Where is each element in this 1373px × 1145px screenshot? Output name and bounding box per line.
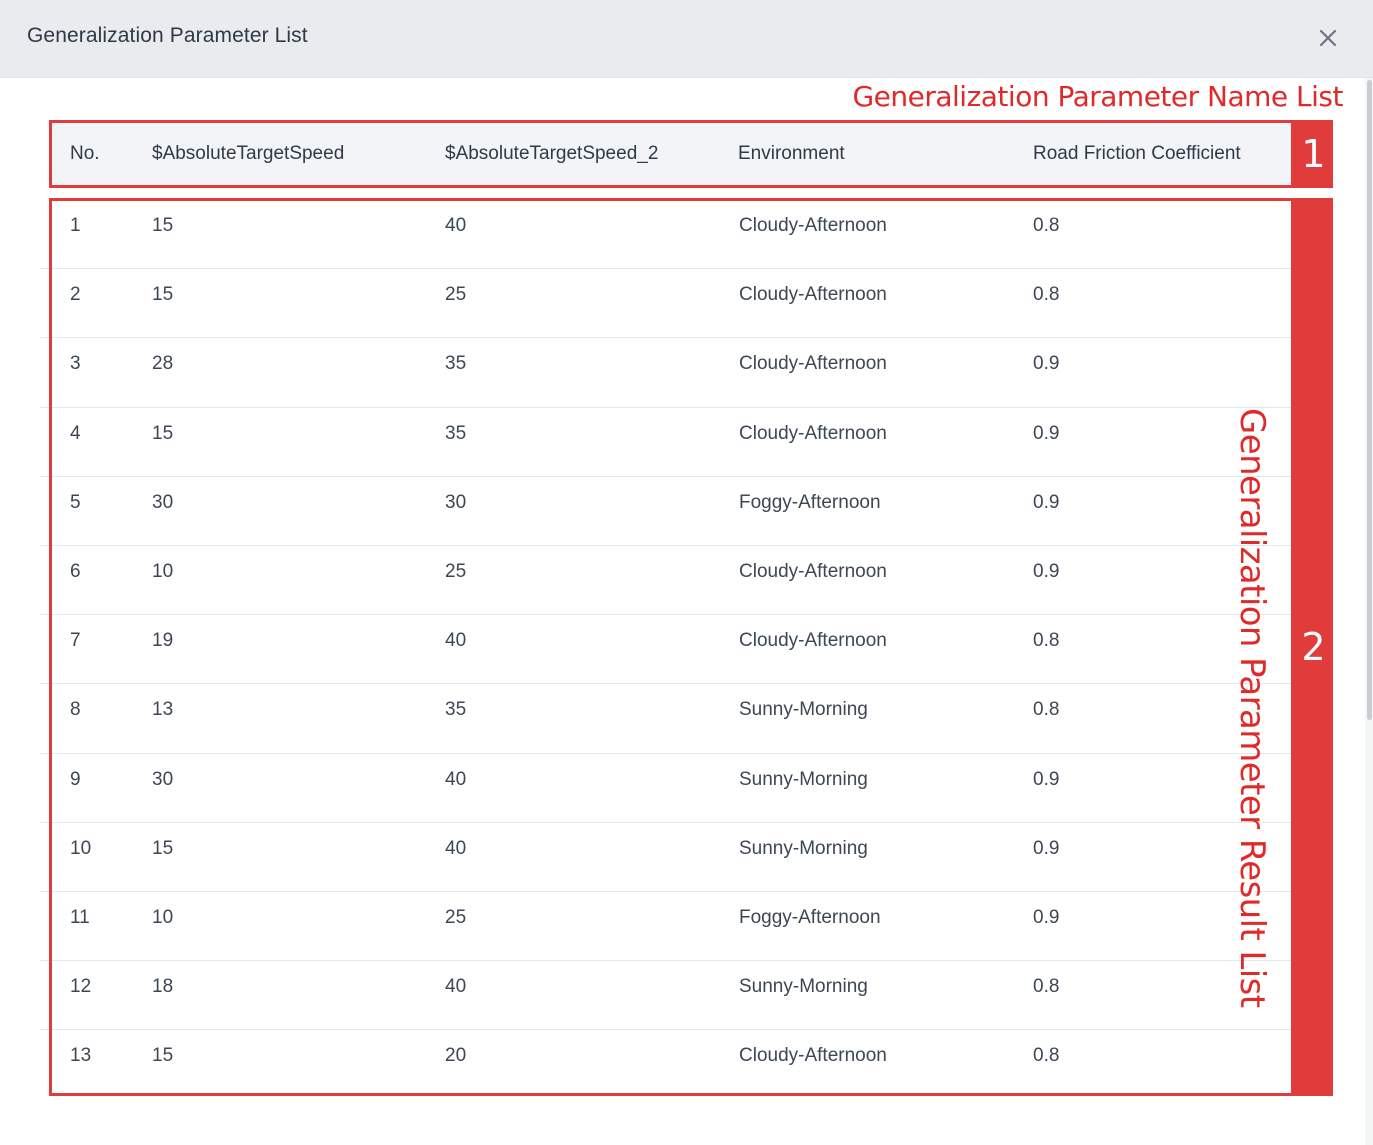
cell-absolute-target-speed-2: 35 bbox=[445, 422, 467, 444]
annotation-result-list-label: Generalization Parameter Result List bbox=[1232, 408, 1272, 1008]
table-row[interactable]: 8 13 35 Sunny-Morning 0.8 bbox=[40, 684, 1293, 754]
cell-absolute-target-speed: 15 bbox=[152, 837, 174, 859]
cell-road-friction-coefficient: 0.9 bbox=[1033, 422, 1060, 444]
cell-road-friction-coefficient: 0.8 bbox=[1033, 1045, 1060, 1067]
cell-environment: Cloudy-Afternoon bbox=[739, 560, 887, 582]
table-row[interactable]: 11 10 25 Foggy-Afternoon 0.9 bbox=[40, 892, 1293, 962]
cell-road-friction-coefficient: 0.9 bbox=[1033, 560, 1060, 582]
cell-environment: Foggy-Afternoon bbox=[739, 491, 881, 513]
cell-no: 13 bbox=[70, 1045, 92, 1067]
table-row[interactable]: 4 15 35 Cloudy-Afternoon 0.9 bbox=[40, 408, 1293, 477]
close-button[interactable] bbox=[1313, 23, 1343, 53]
cell-environment: Foggy-Afternoon bbox=[739, 906, 881, 928]
cell-road-friction-coefficient: 0.8 bbox=[1033, 284, 1060, 306]
cell-absolute-target-speed-2: 20 bbox=[445, 1045, 467, 1067]
column-header-no[interactable]: No. bbox=[70, 122, 100, 186]
cell-road-friction-coefficient: 0.9 bbox=[1033, 768, 1060, 790]
generalization-dialog: Generalization Parameter List Generaliza… bbox=[0, 0, 1373, 1145]
cell-no: 1 bbox=[70, 215, 81, 236]
cell-absolute-target-speed-2: 25 bbox=[445, 560, 467, 582]
cell-environment: Cloudy-Afternoon bbox=[739, 1045, 887, 1067]
cell-road-friction-coefficient: 0.9 bbox=[1033, 906, 1060, 928]
cell-environment: Sunny-Morning bbox=[739, 768, 868, 790]
annotation-name-list-label: Generalization Parameter Name List bbox=[852, 80, 1343, 113]
cell-environment: Cloudy-Afternoon bbox=[739, 422, 887, 444]
cell-absolute-target-speed-2: 25 bbox=[445, 284, 467, 306]
cell-no: 3 bbox=[70, 353, 81, 375]
cell-no: 7 bbox=[70, 630, 81, 652]
cell-no: 6 bbox=[70, 560, 81, 582]
cell-road-friction-coefficient: 0.9 bbox=[1033, 491, 1060, 513]
cell-no: 2 bbox=[70, 284, 81, 306]
annotation-number-1: 1 bbox=[1301, 132, 1326, 176]
cell-no: 4 bbox=[70, 422, 81, 444]
cell-environment: Cloudy-Afternoon bbox=[739, 215, 887, 236]
table-row[interactable]: 1 15 40 Cloudy-Afternoon 0.8 bbox=[40, 200, 1293, 270]
table-row[interactable]: 12 18 40 Sunny-Morning 0.8 bbox=[40, 961, 1293, 1031]
table-row[interactable]: 9 30 40 Sunny-Morning 0.9 bbox=[40, 754, 1293, 823]
cell-absolute-target-speed: 15 bbox=[152, 284, 174, 306]
cell-road-friction-coefficient: 0.9 bbox=[1033, 837, 1060, 859]
table-row[interactable]: 7 19 40 Cloudy-Afternoon 0.8 bbox=[40, 615, 1293, 685]
table-row[interactable]: 6 10 25 Cloudy-Afternoon 0.9 bbox=[40, 546, 1293, 616]
cell-road-friction-coefficient: 0.9 bbox=[1033, 353, 1060, 375]
cell-environment: Sunny-Morning bbox=[739, 837, 868, 859]
cell-environment: Cloudy-Afternoon bbox=[739, 630, 887, 652]
cell-absolute-target-speed-2: 30 bbox=[445, 491, 467, 513]
dialog-header: Generalization Parameter List bbox=[0, 0, 1373, 78]
column-header-absolute-target-speed-2[interactable]: $AbsoluteTargetSpeed_2 bbox=[445, 122, 658, 186]
cell-no: 12 bbox=[70, 976, 92, 998]
cell-absolute-target-speed: 10 bbox=[152, 560, 174, 582]
cell-environment: Sunny-Morning bbox=[739, 976, 868, 998]
cell-environment: Cloudy-Afternoon bbox=[739, 284, 887, 306]
annotation-tab-1: 1 bbox=[1294, 120, 1333, 188]
cell-absolute-target-speed: 15 bbox=[152, 215, 174, 236]
table-row[interactable]: 10 15 40 Sunny-Morning 0.9 bbox=[40, 823, 1293, 892]
table-body: 1 15 40 Cloudy-Afternoon 0.8 2 15 25 Cloudy-Afte… bbox=[40, 200, 1293, 1099]
close-icon bbox=[1319, 29, 1337, 47]
cell-absolute-target-speed: 28 bbox=[152, 353, 174, 375]
cell-no: 5 bbox=[70, 491, 81, 513]
cell-absolute-target-speed-2: 40 bbox=[445, 837, 467, 859]
table-row[interactable]: 13 15 20 Cloudy-Afternoon 0.8 bbox=[40, 1030, 1293, 1099]
cell-no: 9 bbox=[70, 768, 81, 790]
table-row[interactable]: 2 15 25 Cloudy-Afternoon 0.8 bbox=[40, 269, 1293, 339]
parameter-table: No. $AbsoluteTargetSpeed $AbsoluteTarget… bbox=[40, 118, 1293, 1095]
cell-absolute-target-speed: 30 bbox=[152, 768, 174, 790]
cell-absolute-target-speed: 30 bbox=[152, 491, 174, 513]
cell-road-friction-coefficient: 0.8 bbox=[1033, 976, 1060, 998]
cell-absolute-target-speed: 10 bbox=[152, 906, 174, 928]
dialog-title: Generalization Parameter List bbox=[27, 24, 308, 47]
scrollbar-thumb[interactable] bbox=[1367, 80, 1372, 720]
table-row[interactable]: 3 28 35 Cloudy-Afternoon 0.9 bbox=[40, 338, 1293, 408]
cell-absolute-target-speed-2: 35 bbox=[445, 353, 467, 375]
cell-absolute-target-speed: 18 bbox=[152, 976, 174, 998]
cell-absolute-target-speed-2: 40 bbox=[445, 976, 467, 998]
column-header-environment[interactable]: Environment bbox=[738, 122, 845, 186]
cell-absolute-target-speed-2: 40 bbox=[445, 768, 467, 790]
cell-road-friction-coefficient: 0.8 bbox=[1033, 699, 1060, 721]
cell-absolute-target-speed-2: 35 bbox=[445, 699, 467, 721]
cell-absolute-target-speed: 15 bbox=[152, 422, 174, 444]
cell-absolute-target-speed-2: 40 bbox=[445, 215, 467, 236]
annotation-tab-2: 2 bbox=[1294, 198, 1333, 1096]
cell-environment: Sunny-Morning bbox=[739, 699, 868, 721]
cell-no: 11 bbox=[70, 906, 90, 928]
cell-absolute-target-speed: 19 bbox=[152, 630, 174, 652]
cell-environment: Cloudy-Afternoon bbox=[739, 353, 887, 375]
cell-absolute-target-speed-2: 40 bbox=[445, 630, 467, 652]
column-header-absolute-target-speed[interactable]: $AbsoluteTargetSpeed bbox=[152, 122, 344, 186]
cell-no: 10 bbox=[70, 837, 92, 859]
cell-absolute-target-speed: 13 bbox=[152, 699, 174, 721]
cell-road-friction-coefficient: 0.8 bbox=[1033, 630, 1060, 652]
cell-road-friction-coefficient: 0.8 bbox=[1033, 215, 1060, 236]
annotation-number-2: 2 bbox=[1301, 625, 1326, 669]
cell-absolute-target-speed-2: 25 bbox=[445, 906, 467, 928]
cell-absolute-target-speed: 15 bbox=[152, 1045, 174, 1067]
table-row[interactable]: 5 30 30 Foggy-Afternoon 0.9 bbox=[40, 477, 1293, 546]
table-header-row: No. $AbsoluteTargetSpeed $AbsoluteTarget… bbox=[50, 122, 1293, 186]
column-header-road-friction-coefficient[interactable]: Road Friction Coefficient bbox=[1033, 122, 1241, 186]
cell-no: 8 bbox=[70, 699, 81, 721]
